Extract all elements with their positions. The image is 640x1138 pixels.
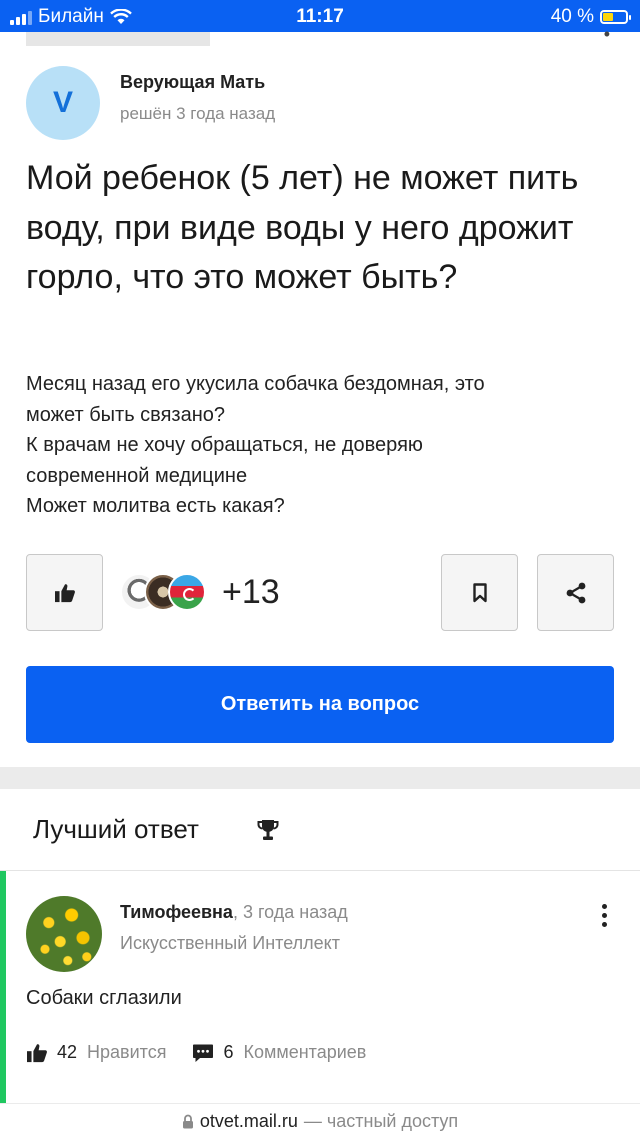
- answer-question-button[interactable]: Ответить на вопрос: [26, 666, 614, 743]
- url-domain: otvet.mail.ru: [199, 1110, 298, 1131]
- battery-percent: 40 %: [550, 6, 594, 27]
- status-bar: Билайн 11:17 40 %: [0, 0, 640, 32]
- share-icon: [566, 582, 585, 603]
- answerer-avatar[interactable]: [26, 896, 102, 972]
- author-avatar[interactable]: V: [26, 66, 100, 140]
- thumbs-up-icon: [54, 583, 75, 602]
- liker-avatar: [168, 573, 206, 611]
- comment-icon[interactable]: [192, 1043, 214, 1063]
- answer-likes-label[interactable]: Нравится: [87, 1042, 166, 1063]
- battery-level: [603, 13, 613, 21]
- question-body-line: может быть связано?: [26, 403, 225, 426]
- lock-icon: [182, 1114, 193, 1128]
- answer-comments-label[interactable]: Комментариев: [243, 1042, 366, 1063]
- battery-icon: [600, 10, 631, 24]
- question-menu-icon[interactable]: •: [604, 25, 610, 43]
- question-body-line: Месяц назад его укусила собачка бездомна…: [26, 373, 485, 395]
- answerer-status: Искусственный Интеллект: [120, 933, 340, 953]
- best-answer-card: Лучший ответ Тимофеевна, 3 года назад Ис…: [0, 789, 640, 1103]
- answer-stats: 42 Нравится 6 Комментариев: [26, 1042, 366, 1063]
- answer-time: , 3 года назад: [232, 902, 348, 922]
- best-answer-heading: Лучший ответ: [33, 814, 199, 844]
- best-answer-body: Тимофеевна, 3 года назад Искусственный И…: [0, 871, 640, 1103]
- thumbs-up-icon[interactable]: [26, 1043, 48, 1063]
- like-button[interactable]: [26, 554, 103, 631]
- answerer-name[interactable]: Тимофеевна: [120, 902, 233, 922]
- answer-likes-count: 42: [57, 1042, 78, 1062]
- share-button[interactable]: [537, 554, 614, 631]
- question-body-line: К врачам не хочу обращаться, не доверяю: [26, 434, 423, 456]
- category-tag[interactable]: [26, 32, 210, 46]
- best-answer-header: Лучший ответ: [0, 789, 640, 871]
- question-body: Месяц назад его укусила собачка бездомна…: [26, 369, 616, 522]
- likes-more-count[interactable]: +13: [222, 573, 280, 612]
- question-meta: решён 3 года назад: [120, 104, 276, 123]
- question-body-line: Может молитва есть какая?: [26, 495, 285, 517]
- answer-comments-count: 6: [223, 1042, 234, 1062]
- trophy-icon: [257, 820, 279, 840]
- url-suffix: — частный доступ: [303, 1110, 459, 1131]
- question-card: • V Верующая Мать решён 3 года назад Мой…: [0, 25, 640, 767]
- answerer-line: Тимофеевна, 3 года назад: [120, 902, 348, 923]
- author-name[interactable]: Верующая Мать: [120, 72, 265, 93]
- bookmark-button[interactable]: [441, 554, 518, 631]
- bookmark-icon: [472, 582, 487, 602]
- clock: 11:17: [296, 6, 344, 27]
- question-title: Мой ребенок (5 лет) не может пить воду, …: [26, 159, 579, 296]
- browser-url-bar[interactable]: otvet.mail.ru — частный доступ: [0, 1104, 640, 1138]
- question-body-line: современной медицине: [26, 464, 248, 487]
- liker-avatars[interactable]: [120, 573, 212, 613]
- answer-text: Собаки сглазили: [26, 987, 182, 1009]
- status-right: 40 %: [550, 6, 631, 28]
- answer-menu-icon[interactable]: [602, 904, 608, 931]
